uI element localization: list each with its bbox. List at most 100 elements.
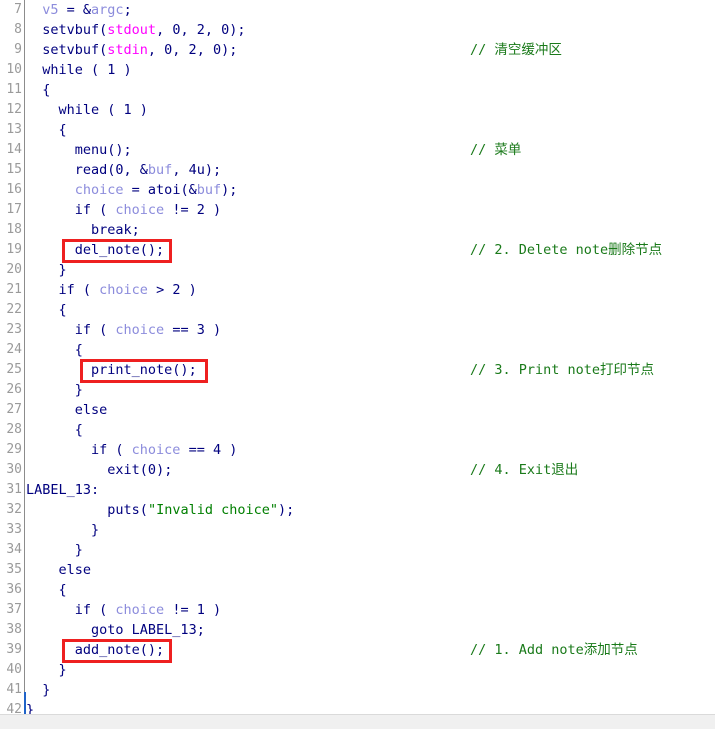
code-line[interactable]: setvbuf(stdout, 0, 2, 0); (26, 20, 715, 40)
code-token-kw: { (42, 82, 51, 98)
line-number: 11 (6, 82, 22, 97)
code-text: print_note(); (91, 360, 197, 380)
code-token-kw: != 2 ) (164, 202, 222, 218)
code-text: if ( choice != 2 ) (75, 200, 221, 220)
code-text: LABEL_13: (26, 480, 99, 500)
code-token-kw: , 0, 2, 0); (156, 22, 246, 38)
code-line[interactable]: { (26, 580, 715, 600)
code-text: choice = atoi(&buf); (75, 180, 238, 200)
code-line[interactable]: del_note(); // 2. Delete note删除节点 (26, 240, 715, 260)
code-line[interactable]: setvbuf(stdin, 0, 2, 0); // 清空缓冲区 (26, 40, 715, 60)
code-token-local: buf (147, 162, 173, 178)
code-token-kw: > 2 ) (147, 282, 197, 298)
code-text: menu(); (75, 140, 132, 160)
code-line[interactable]: while ( 1 ) (26, 100, 715, 120)
code-line[interactable]: menu(); // 菜单 (26, 140, 715, 160)
code-text: read(0, &buf, 4u); (75, 160, 221, 180)
code-token-local: argc (91, 2, 124, 18)
line-number: 7 (14, 2, 22, 17)
code-token-kw: while ( 1 ) (42, 62, 132, 78)
code-text: else (75, 400, 108, 420)
line-number: 25 (6, 362, 22, 377)
code-token-kw: } (58, 262, 67, 278)
code-token-kw: = (58, 2, 83, 18)
code-line[interactable]: { (26, 300, 715, 320)
pseudocode-view[interactable]: 7 8 9 10 11 12 13 14 15 16 17 18 19 20 21 22 23 24 25 26 27 2… (0, 0, 715, 729)
code-token-kw: == 4 ) (180, 442, 238, 458)
code-line[interactable]: { (26, 340, 715, 360)
code-line[interactable]: choice = atoi(&buf); (26, 180, 715, 200)
code-line[interactable]: else (26, 560, 715, 580)
line-number: 14 (6, 142, 22, 157)
horizontal-scrollbar[interactable] (0, 714, 715, 729)
line-number: 34 (6, 542, 22, 557)
code-comment: // 菜单 (470, 142, 522, 158)
code-token-kw: == 3 ) (164, 322, 222, 338)
line-number: 15 (6, 162, 22, 177)
code-token-local: choice (115, 202, 165, 218)
code-text: { (42, 80, 50, 100)
code-line[interactable]: } (26, 520, 715, 540)
line-number: 9 (14, 42, 22, 57)
code-text: { (59, 120, 67, 140)
code-line[interactable]: { (26, 420, 715, 440)
line-number: 30 (6, 462, 22, 477)
code-line[interactable]: read(0, &buf, 4u); (26, 160, 715, 180)
line-number: 37 (6, 602, 22, 617)
code-token-label: LABEL_13: (26, 482, 100, 498)
code-text: { (59, 300, 67, 320)
code-line[interactable]: if ( choice != 2 ) (26, 200, 715, 220)
line-number: 20 (6, 262, 22, 277)
code-line[interactable]: print_note(); // 3. Print note打印节点 (26, 360, 715, 380)
code-line[interactable]: goto LABEL_13; (26, 620, 715, 640)
code-token-kw: goto LABEL_13; (91, 622, 205, 638)
code-text: while ( 1 ) (42, 60, 131, 80)
code-line[interactable]: { (26, 120, 715, 140)
code-token-str: "Invalid choice" (147, 502, 278, 518)
code-line[interactable]: } (26, 660, 715, 680)
line-number: 8 (14, 22, 22, 37)
code-line[interactable]: if ( choice > 2 ) (26, 280, 715, 300)
code-comment: // 2. Delete note删除节点 (470, 242, 663, 258)
code-line[interactable]: if ( choice == 4 ) (26, 440, 715, 460)
code-token-kw: else (74, 402, 108, 418)
code-line[interactable]: while ( 1 ) (26, 60, 715, 80)
code-line[interactable]: } (26, 380, 715, 400)
line-number: 41 (6, 682, 22, 697)
code-line[interactable]: puts("Invalid choice"); (26, 500, 715, 520)
code-line[interactable]: } (26, 680, 715, 700)
code-line[interactable]: break; (26, 220, 715, 240)
code-line[interactable]: else (26, 400, 715, 420)
code-token-local: choice (115, 602, 165, 618)
code-line[interactable]: if ( choice != 1 ) (26, 600, 715, 620)
code-token-global: stdout (107, 22, 157, 38)
code-token-local: choice (74, 182, 124, 198)
code-line[interactable]: exit(0); // 4. Exit退出 (26, 460, 715, 480)
code-line[interactable]: } (26, 260, 715, 280)
code-token-kw: != 1 ) (164, 602, 222, 618)
code-area[interactable]: v5 = &argc; setvbuf(stdout, 0, 2, 0); setv… (26, 0, 715, 718)
code-line[interactable]: { (26, 80, 715, 100)
code-line[interactable]: LABEL_13: (26, 480, 715, 500)
code-token-global: stdin (107, 42, 148, 58)
code-token-kw: } (91, 522, 100, 538)
code-line[interactable]: add_note(); // 1. Add note添加节点 (26, 640, 715, 660)
code-token-kw: } (42, 682, 51, 698)
line-number: 16 (6, 182, 22, 197)
code-text: v5 = &argc; (42, 0, 131, 20)
code-token-kw: if ( (91, 442, 132, 458)
code-token-kw: = atoi(& (123, 182, 197, 198)
code-text: if ( choice > 2 ) (59, 280, 197, 300)
gutter-separator (24, 0, 25, 692)
line-number: 38 (6, 622, 22, 637)
code-line[interactable]: if ( choice == 3 ) (26, 320, 715, 340)
code-token-kw: if ( (74, 202, 116, 218)
line-number: 42 (6, 702, 22, 715)
code-comment: // 1. Add note添加节点 (470, 642, 638, 658)
line-number: 23 (6, 322, 22, 337)
code-line[interactable]: v5 = &argc; (26, 0, 715, 20)
line-number: 36 (6, 582, 22, 597)
code-line[interactable]: } (26, 540, 715, 560)
line-number: 19 (6, 242, 22, 257)
line-number: 24 (6, 342, 22, 357)
